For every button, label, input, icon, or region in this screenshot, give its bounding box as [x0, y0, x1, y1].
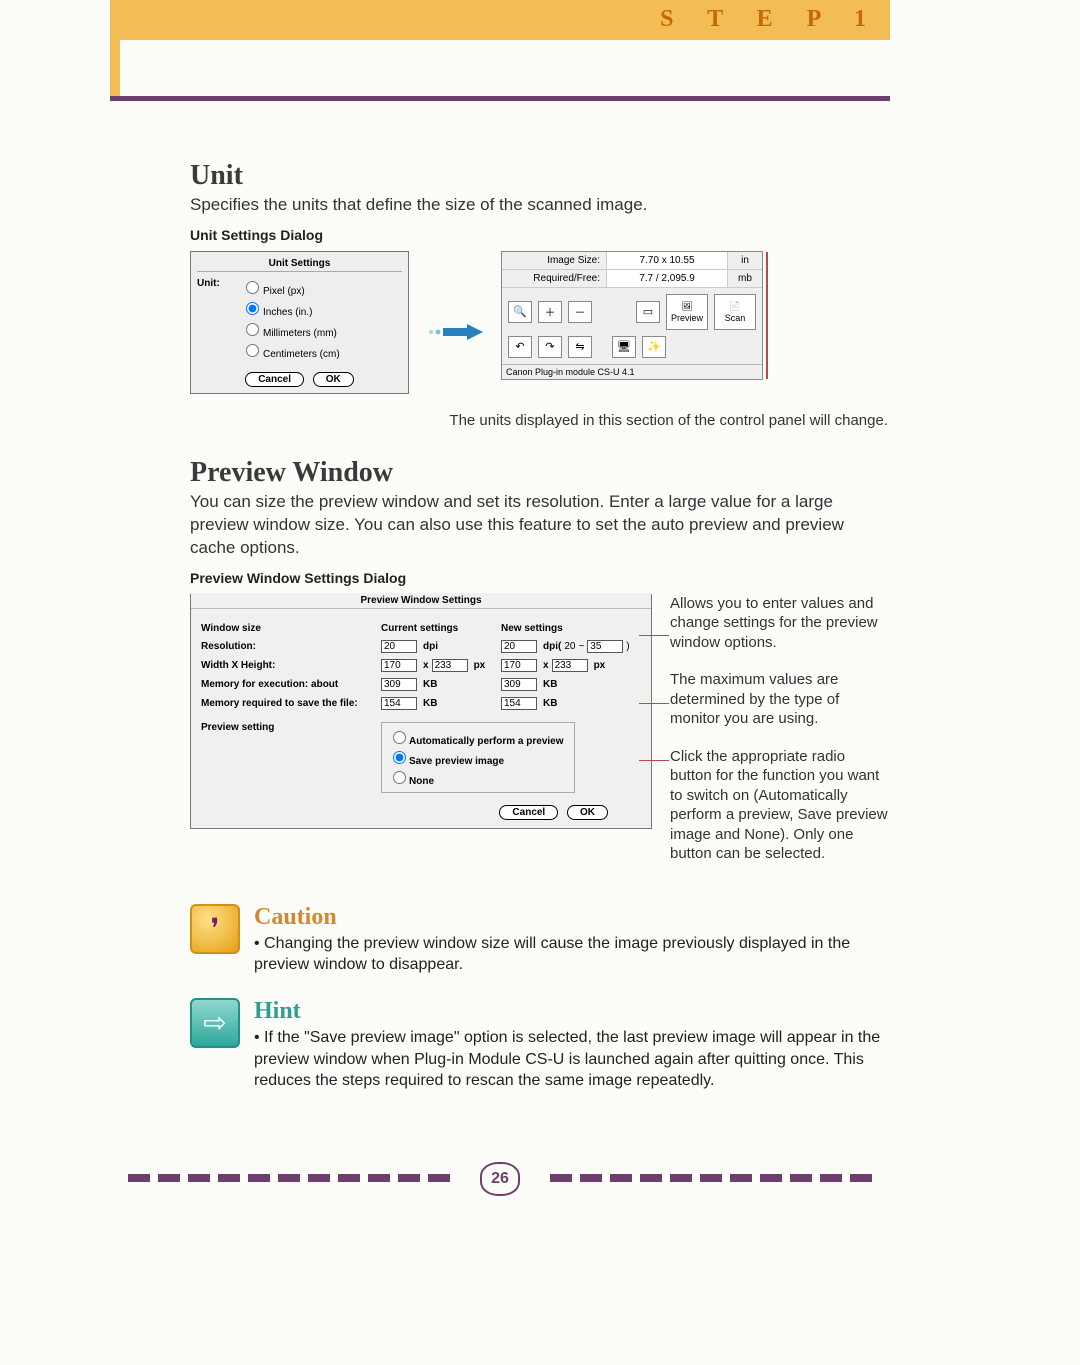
page: S T E P 1 Unit Specifies the units that …	[0, 0, 1080, 1365]
unit-subheading: Unit Settings Dialog	[190, 227, 890, 243]
image-size-label: Image Size:	[502, 252, 607, 269]
resolution-label: Resolution:	[201, 641, 381, 652]
dialog-title: Unit Settings	[197, 258, 402, 272]
hint-block: ⇨ Hint • If the "Save preview image" opt…	[190, 998, 890, 1092]
unit-radio-in[interactable]: Inches (in.)	[241, 299, 340, 318]
unit-radio-px[interactable]: Pixel (px)	[241, 278, 340, 297]
required-unit: mb	[728, 270, 762, 287]
hint-heading: Hint	[254, 998, 890, 1025]
preview-heading: Preview Window	[190, 457, 890, 489]
preview-row: Preview Window Settings Window size Curr…	[190, 594, 890, 882]
caution-block: ❜ Caution • Changing the preview window …	[190, 904, 890, 976]
resolution-current: 20	[381, 640, 417, 653]
preview-notes: Allows you to enter values and change se…	[670, 594, 890, 882]
image-size-unit: in	[728, 252, 762, 269]
rotate-left-icon[interactable]: ↶	[508, 336, 532, 358]
fit-icon[interactable]: ▭	[636, 301, 660, 323]
preview-radio-none[interactable]: None	[388, 768, 564, 787]
page-number: 26	[480, 1162, 520, 1196]
required-label: Required/Free:	[502, 270, 607, 287]
unit-cancel-button[interactable]: Cancel	[245, 372, 304, 387]
unit-heading: Unit	[190, 160, 890, 192]
unit-ok-button[interactable]: OK	[313, 372, 354, 387]
wxh-cur-w: 170	[381, 659, 417, 672]
zoom-icon[interactable]: 🔍	[508, 301, 532, 323]
unit-label: Unit:	[197, 278, 229, 362]
preview-subheading: Preview Window Settings Dialog	[190, 570, 890, 586]
wxh-new-w-input[interactable]: 170	[501, 659, 537, 672]
mem-exec-cur: 309	[381, 678, 417, 691]
mem-exec-label: Memory for execution: about	[201, 679, 381, 690]
header-stub	[110, 40, 120, 100]
caution-icon: ❜	[190, 904, 240, 954]
arrow-icon	[427, 320, 483, 344]
window-size-label: Window size	[201, 623, 381, 634]
rotate-right-icon[interactable]: ↷	[538, 336, 562, 358]
unit-radio-cm[interactable]: Centimeters (cm)	[241, 341, 340, 360]
content: Unit Specifies the units that define the…	[0, 0, 1080, 1202]
wand-icon[interactable]: ✨	[642, 336, 666, 358]
caution-heading: Caution	[254, 904, 890, 931]
preview-button[interactable]: 🖼 Preview	[666, 294, 708, 330]
dash-left	[110, 1174, 450, 1182]
required-value: 7.7 / 2,095.9	[607, 270, 728, 287]
current-settings-hdr: Current settings	[381, 623, 501, 634]
unit-row: Unit Settings Unit: Pixel (px) Inches (i…	[190, 251, 890, 394]
unit-caption: The units displayed in this section of t…	[190, 412, 890, 429]
zoom-out-icon[interactable]: －	[568, 301, 592, 323]
status-bar: Canon Plug-in module CS-U 4.1	[502, 364, 762, 379]
note-radio: Click the appropriate radio button for t…	[670, 747, 890, 864]
mem-save-new: 154	[501, 697, 537, 710]
zoom-in-icon[interactable]: ＋	[538, 301, 562, 323]
mem-save-label: Memory required to save the file:	[201, 698, 381, 709]
wxh-new-h-input[interactable]: 233	[552, 659, 588, 672]
callout-line-2	[639, 703, 669, 704]
note-max-values: The maximum values are determined by the…	[670, 670, 890, 729]
unit-radio-mm[interactable]: Millimeters (mm)	[241, 320, 340, 339]
wxh-label: Width X Height:	[201, 660, 381, 671]
monitor-icon[interactable]: 🖥	[612, 336, 636, 358]
callout-line-1	[639, 635, 669, 636]
wxh-cur-h: 233	[432, 659, 468, 672]
scan-button[interactable]: 📄 Scan	[714, 294, 756, 330]
image-size-value: 7.70 x 10.55	[607, 252, 728, 269]
footer: 26	[110, 1152, 890, 1202]
preview-setting-radio-group: Automatically perform a preview Save pre…	[381, 722, 575, 793]
preview-setting-label: Preview setting	[201, 722, 371, 793]
mem-save-cur: 154	[381, 697, 417, 710]
preview-body: You can size the preview window and set …	[190, 491, 890, 560]
preview-radio-save[interactable]: Save preview image	[388, 748, 564, 767]
caution-text: • Changing the preview window size will …	[254, 933, 890, 976]
step-label: S T E P 1	[660, 6, 880, 33]
callout-line	[766, 252, 768, 379]
mem-exec-new: 309	[501, 678, 537, 691]
new-settings-hdr: New settings	[501, 623, 641, 634]
unit-settings-dialog: Unit Settings Unit: Pixel (px) Inches (i…	[190, 251, 409, 394]
header-band: S T E P 1	[110, 0, 890, 40]
unit-radio-list: Pixel (px) Inches (in.) Millimeters (mm)…	[241, 278, 340, 362]
scan-icon: 📄	[729, 301, 740, 312]
hint-icon: ⇨	[190, 998, 240, 1048]
dash-right	[550, 1174, 890, 1182]
preview-ok-button[interactable]: OK	[567, 805, 608, 820]
preview-window-settings-dialog: Preview Window Settings Window size Curr…	[190, 594, 652, 829]
control-panel: Image Size: 7.70 x 10.55 in Required/Fre…	[501, 251, 763, 380]
note-new-settings: Allows you to enter values and change se…	[670, 594, 890, 653]
preview-cancel-button[interactable]: Cancel	[499, 805, 558, 820]
preview-icon: 🖼	[681, 301, 692, 312]
resolution-max: 35	[587, 640, 623, 653]
hint-text: • If the "Save preview image" option is …	[254, 1027, 890, 1092]
preview-dialog-title: Preview Window Settings	[191, 593, 651, 609]
callout-line-3	[639, 760, 669, 761]
preview-radio-auto[interactable]: Automatically perform a preview	[388, 728, 564, 747]
header-rule	[110, 96, 890, 101]
resolution-new-input[interactable]: 20	[501, 640, 537, 653]
flip-icon[interactable]: ⇋	[568, 336, 592, 358]
unit-body: Specifies the units that define the size…	[190, 194, 890, 217]
